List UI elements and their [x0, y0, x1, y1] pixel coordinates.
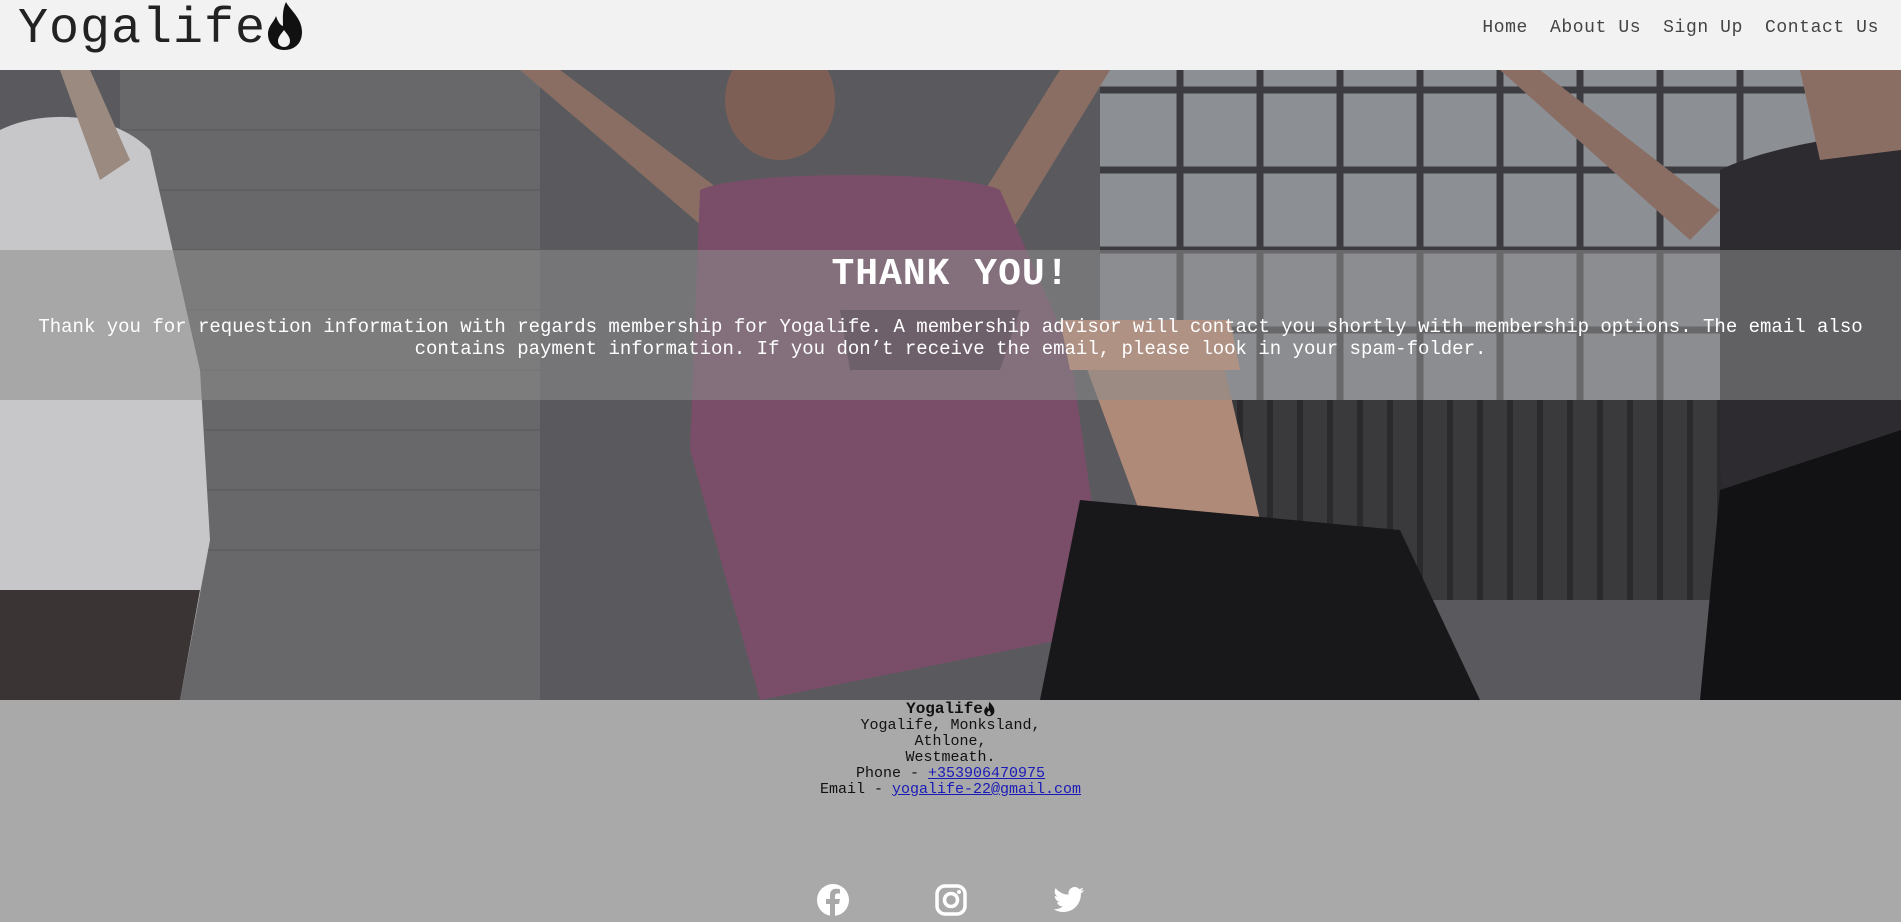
main-nav: Home About Us Sign Up Contact Us: [1482, 18, 1879, 38]
flame-icon: [268, 2, 303, 50]
site-header: Yogalife Home About Us Sign Up Contact U…: [0, 0, 1901, 70]
brand-logo[interactable]: Yogalife: [18, 2, 304, 58]
brand-name: Yogalife: [18, 1, 267, 58]
site-footer: Yogalife Yogalife, Monksland, Athlone, W…: [0, 700, 1901, 917]
social-links: [0, 883, 1901, 917]
twitter-icon[interactable]: [1052, 883, 1086, 917]
address-line: Westmeath.: [905, 749, 996, 766]
hero-title: THANK YOU!: [831, 253, 1070, 296]
nav-contact-link[interactable]: Contact Us: [1765, 18, 1879, 38]
address-line: Athlone,: [914, 733, 987, 750]
phone-label: Phone -: [855, 765, 928, 782]
address-line: Yogalife, Monksland,: [860, 717, 1041, 734]
hero-section: THANK YOU! Thank you for requestion info…: [0, 70, 1901, 700]
email-row: Email - yogalife-22@gmail.com: [0, 782, 1901, 798]
phone-row: Phone - +353906470975: [0, 766, 1901, 782]
nav-signup-link[interactable]: Sign Up: [1663, 18, 1743, 38]
hero-message: Thank you for requestion information wit…: [38, 316, 1863, 360]
footer-brand-name: Yogalife: [906, 700, 983, 718]
footer-brand: Yogalife: [906, 700, 995, 718]
facebook-icon[interactable]: [816, 883, 850, 917]
phone-link[interactable]: +353906470975: [928, 765, 1045, 782]
thank-you-banner: THANK YOU! Thank you for requestion info…: [0, 250, 1901, 400]
instagram-icon[interactable]: [934, 883, 968, 917]
email-label: Email -: [819, 781, 892, 798]
email-link[interactable]: yogalife-22@gmail.com: [892, 781, 1081, 798]
nav-about-link[interactable]: About Us: [1550, 18, 1641, 38]
flame-icon: [984, 701, 995, 717]
nav-home-link[interactable]: Home: [1482, 18, 1528, 38]
